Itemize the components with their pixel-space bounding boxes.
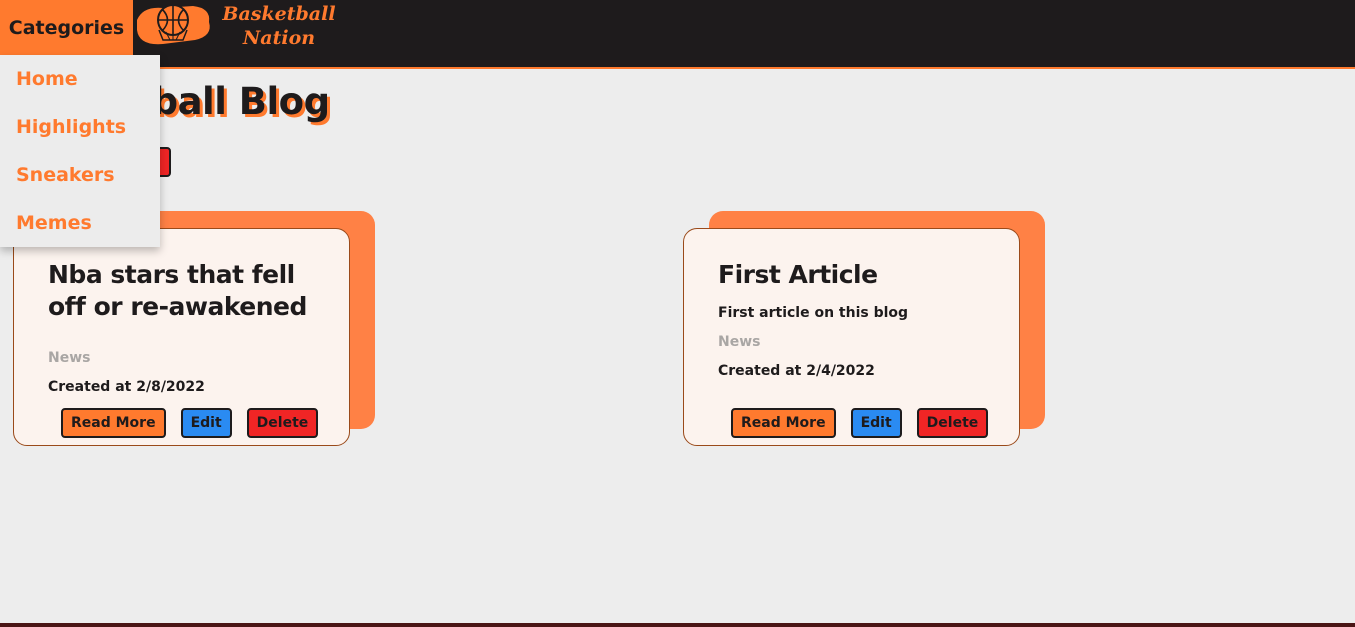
basketball-icon xyxy=(137,4,210,45)
article-category: News xyxy=(718,334,761,350)
article-date: Created at 2/4/2022 xyxy=(718,363,875,379)
article-card: First Article First article on this blog… xyxy=(683,211,1045,447)
categories-dropdown: Home Highlights Sneakers Memes xyxy=(0,55,160,247)
read-more-button[interactable]: Read More xyxy=(731,408,836,438)
menu-item-home[interactable]: Home xyxy=(0,68,160,116)
menu-item-sneakers[interactable]: Sneakers xyxy=(0,164,160,212)
article-title: First Article xyxy=(718,260,878,289)
article-category: News xyxy=(48,350,91,366)
top-navbar: Categories Basketball Nation xyxy=(0,0,1355,69)
delete-button[interactable]: Delete xyxy=(916,408,989,438)
article-actions: Read More Edit Delete xyxy=(61,408,319,438)
delete-button[interactable]: Delete xyxy=(246,408,319,438)
article-description: First article on this blog xyxy=(718,305,909,321)
edit-button[interactable]: Edit xyxy=(850,408,902,438)
categories-button[interactable]: Categories xyxy=(0,0,133,55)
menu-item-memes[interactable]: Memes xyxy=(0,212,160,260)
site-logo[interactable]: Basketball Nation xyxy=(133,0,343,55)
article-actions: Read More Edit Delete xyxy=(731,408,989,438)
read-more-button[interactable]: Read More xyxy=(61,408,166,438)
menu-item-highlights[interactable]: Highlights xyxy=(0,116,160,164)
article-card-body: Nba stars that fell off or re-awakened N… xyxy=(13,228,350,446)
footer-border xyxy=(0,623,1355,627)
article-date: Created at 2/8/2022 xyxy=(48,379,205,395)
logo-text: Basketball Nation xyxy=(222,3,336,49)
article-title: Nba stars that fell off or re-awakened xyxy=(48,260,307,321)
edit-button[interactable]: Edit xyxy=(180,408,232,438)
article-card-body: First Article First article on this blog… xyxy=(683,228,1020,446)
